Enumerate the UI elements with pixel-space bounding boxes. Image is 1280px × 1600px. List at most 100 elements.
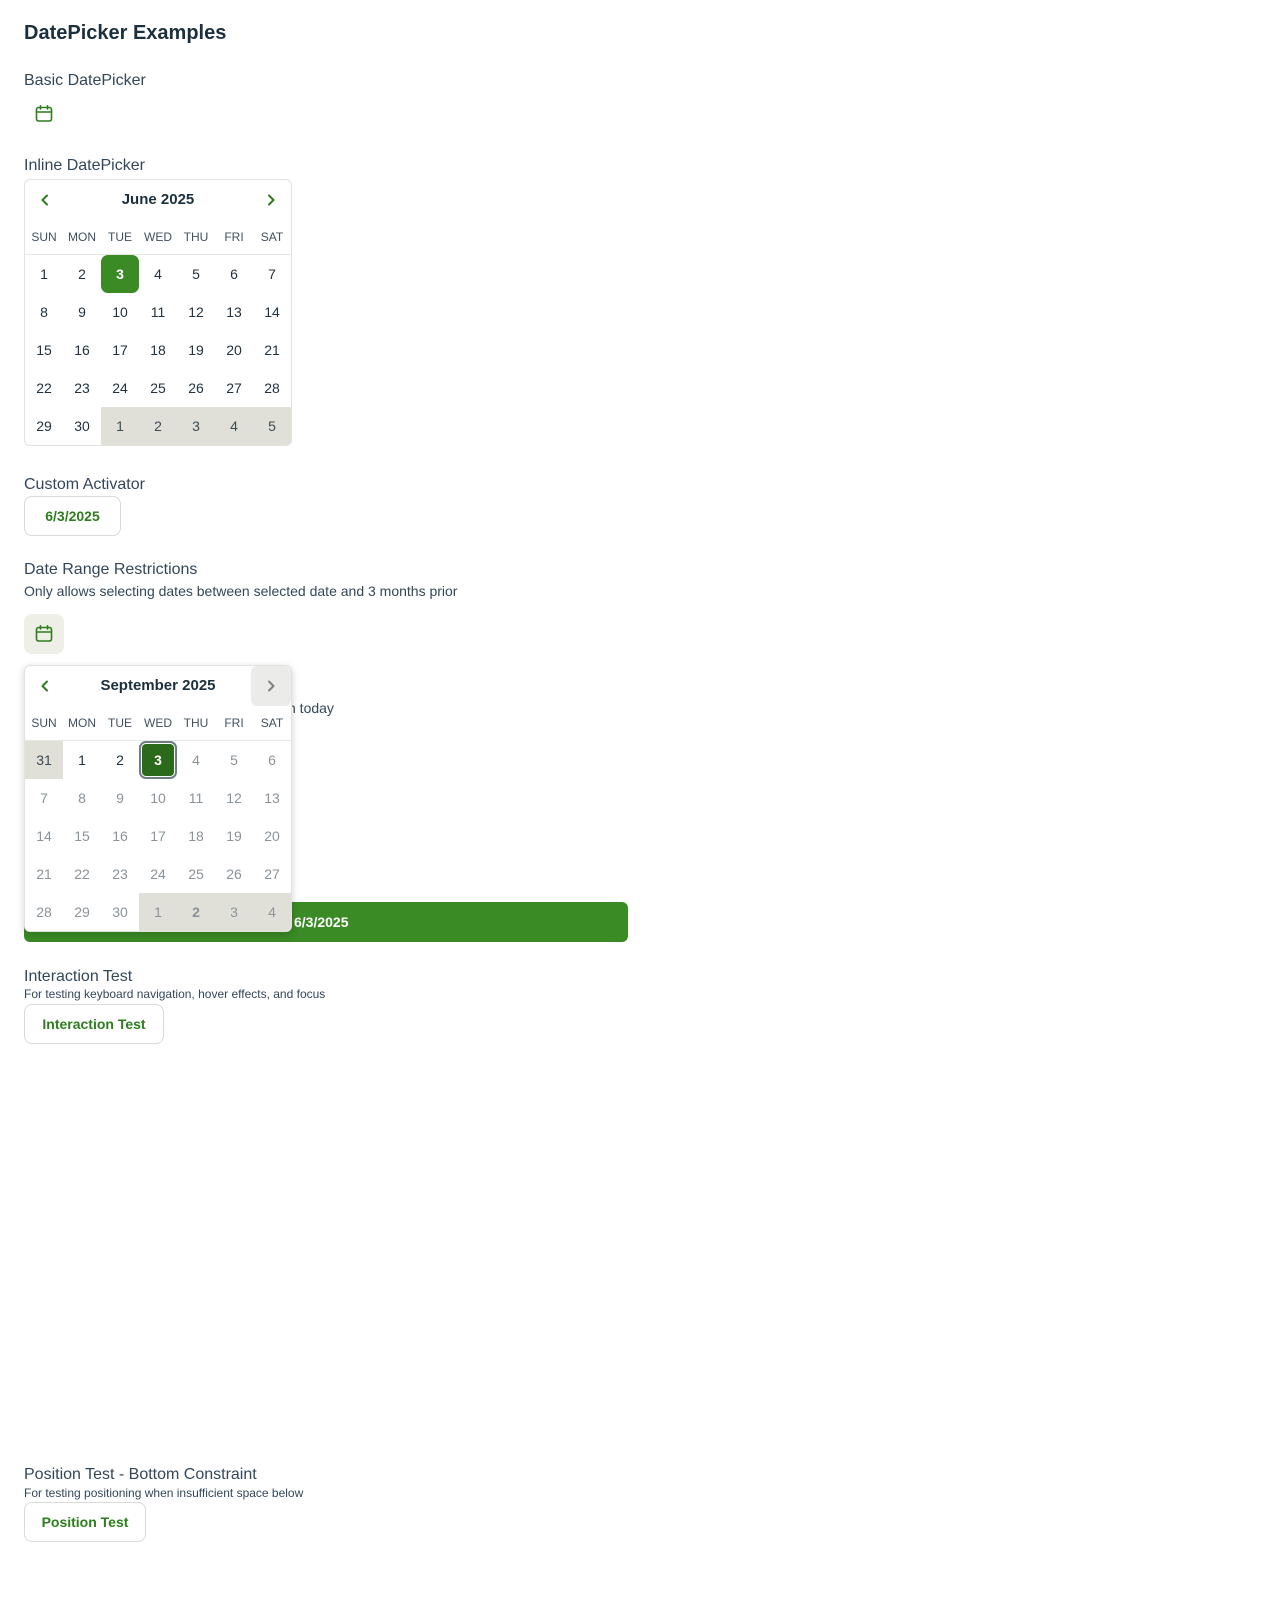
inline-calendar: June 2025 SUN MON TUE WED THU FRI SAT 12345678… [24, 179, 292, 446]
calendar-day: 9 [116, 790, 124, 806]
position-test-label: Position Test - Bottom Constraint [24, 1466, 257, 1483]
calendar-day[interactable]: 21 [253, 331, 291, 369]
calendar-day[interactable]: 20 [215, 331, 253, 369]
calendar-day[interactable]: 18 [139, 331, 177, 369]
calendar-day[interactable]: 1 [63, 741, 101, 779]
calendar-day[interactable]: 15 [25, 331, 63, 369]
calendar-day: 28 [36, 904, 52, 920]
calendar-day[interactable]: 6 [215, 255, 253, 293]
calendar-day[interactable]: 12 [177, 293, 215, 331]
calendar-icon [35, 104, 53, 122]
calendar-day: 8 [78, 790, 86, 806]
calendar-day[interactable]: 2 [139, 407, 177, 445]
calendar-day: 29 [74, 904, 90, 920]
calendar-day: 18 [188, 828, 204, 844]
calendar-day[interactable]: 10 [101, 293, 139, 331]
calendar-day[interactable]: 26 [177, 369, 215, 407]
calendar-day: 5 [230, 752, 238, 768]
position-test-description: For testing positioning when insufficien… [24, 1486, 304, 1500]
weekday-label: THU [183, 716, 209, 730]
calendar-day-selected[interactable]: 3 [139, 741, 177, 779]
calendar-week: 29 30 1 2 3 4 5 [25, 407, 291, 445]
calendar-day: 30 [112, 904, 128, 920]
date-range-button[interactable] [24, 614, 64, 654]
date-display-bar-text: 6/3/2025 [294, 914, 349, 930]
next-month-button[interactable] [251, 666, 291, 706]
custom-activator-label: Custom Activator [24, 476, 145, 493]
custom-activator-button[interactable]: 6/3/2025 [24, 496, 121, 536]
calendar-day[interactable]: 22 [25, 369, 63, 407]
calendar-week: 21 22 23 24 25 26 27 [25, 855, 291, 893]
calendar-day: 17 [150, 828, 166, 844]
weekday-header: SUN MON TUE WED THU FRI SAT [25, 220, 291, 255]
calendar-day[interactable]: 27 [215, 369, 253, 407]
calendar-day[interactable]: 2 [101, 741, 139, 779]
calendar-day[interactable]: 4 [215, 407, 253, 445]
weekday-label: WED [144, 716, 172, 730]
date-range-label: Date Range Restrictions [24, 561, 198, 578]
calendar-day: 10 [150, 790, 166, 806]
calendar-day[interactable]: 25 [139, 369, 177, 407]
calendar-day: 14 [36, 828, 52, 844]
calendar-day[interactable]: 11 [139, 293, 177, 331]
calendar-day: 27 [264, 866, 280, 882]
calendar-day: 1 [139, 893, 177, 931]
calendar-day-selected[interactable]: 3 [101, 255, 139, 293]
calendar-week: 15 16 17 18 19 20 21 [25, 331, 291, 369]
calendar-day[interactable]: 4 [139, 255, 177, 293]
calendar-day[interactable]: 5 [253, 407, 291, 445]
calendar-day: 23 [112, 866, 128, 882]
calendar-day[interactable]: 19 [177, 331, 215, 369]
calendar-day[interactable]: 9 [63, 293, 101, 331]
weekday-label: FRI [224, 716, 244, 730]
calendar-day: 3 [215, 893, 253, 931]
calendar-day[interactable]: 5 [177, 255, 215, 293]
chevron-right-icon [268, 680, 275, 692]
calendar-day[interactable]: 8 [25, 293, 63, 331]
weekday-label: FRI [224, 230, 244, 244]
calendar-day[interactable]: 14 [253, 293, 291, 331]
inline-datepicker-label: Inline DatePicker [24, 157, 145, 174]
calendar-day[interactable]: 24 [101, 369, 139, 407]
calendar-day[interactable]: 28 [253, 369, 291, 407]
calendar-week: 22 23 24 25 26 27 28 [25, 369, 291, 407]
calendar-day: 11 [188, 790, 204, 806]
calendar-week: 14 15 16 17 18 19 20 [25, 817, 291, 855]
calendar-day[interactable]: 2 [63, 255, 101, 293]
weekday-label: SUN [31, 230, 57, 244]
calendar-grid: 31 1 2 3 4 5 6 7 8 9 10 11 12 13 14 15 16 17 18 19 20 21 22 23 2… [25, 741, 291, 931]
calendar-day: 19 [226, 828, 242, 844]
calendar-week: 28 29 30 1 2 3 4 [25, 893, 291, 931]
calendar-day[interactable]: 1 [101, 407, 139, 445]
calendar-day: 21 [36, 866, 52, 882]
calendar-day: 20 [264, 828, 280, 844]
calendar-day[interactable]: 1 [25, 255, 63, 293]
next-month-button[interactable] [251, 180, 291, 220]
calendar-day[interactable]: 7 [253, 255, 291, 293]
chevron-right-icon [268, 194, 275, 206]
weekday-label: THU [183, 230, 209, 244]
calendar-day[interactable]: 13 [215, 293, 253, 331]
calendar-day: 15 [74, 828, 90, 844]
calendar-day: 22 [74, 866, 90, 882]
calendar-day[interactable]: 31 [25, 741, 63, 779]
calendar-day[interactable]: 30 [63, 407, 101, 445]
weekday-label: SUN [31, 716, 57, 730]
weekday-label: WED [144, 230, 172, 244]
calendar-day[interactable]: 23 [63, 369, 101, 407]
date-range-popup-calendar: September 2025 SUN MON TUE WED THU FRI SAT 31 1… [24, 665, 292, 932]
weekday-label: SAT [260, 716, 284, 730]
basic-datepicker-label: Basic DatePicker [24, 72, 146, 89]
calendar-day[interactable]: 29 [25, 407, 63, 445]
weekday-label: SAT [260, 230, 284, 244]
calendar-week: 31 1 2 3 4 5 6 [25, 741, 291, 779]
basic-datepicker-button[interactable] [24, 94, 64, 134]
calendar-day[interactable]: 16 [63, 331, 101, 369]
calendar-day[interactable]: 3 [177, 407, 215, 445]
weekday-label: TUE [108, 230, 132, 244]
calendar-day[interactable]: 17 [101, 331, 139, 369]
calendar-week: 8 9 10 11 12 13 14 [25, 293, 291, 331]
interaction-test-button[interactable]: Interaction Test [24, 1004, 164, 1044]
position-test-button[interactable]: Position Test [24, 1502, 146, 1542]
obscured-description-fragment: n today [288, 700, 334, 716]
